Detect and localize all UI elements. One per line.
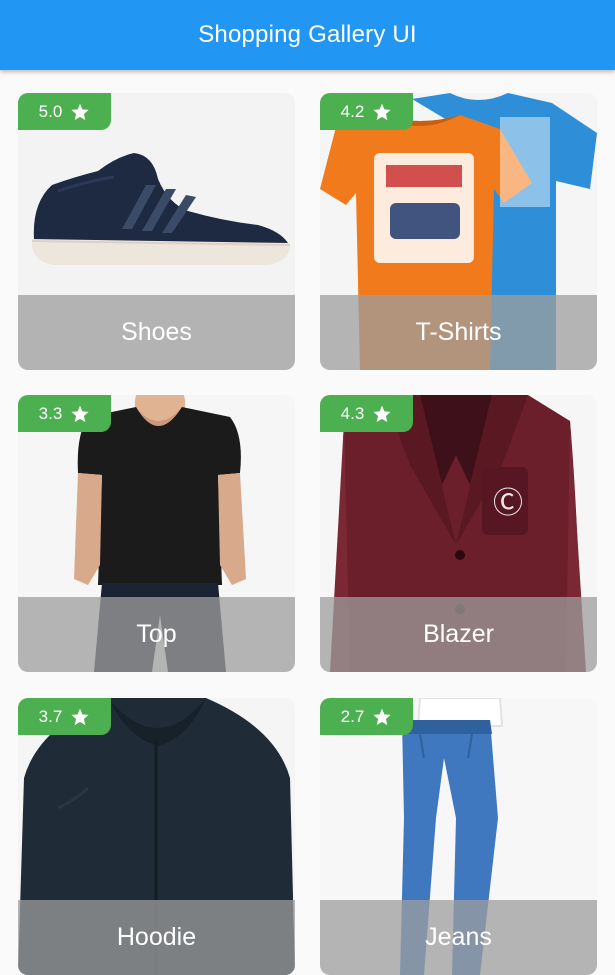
rating-badge: 5.0 bbox=[18, 93, 111, 130]
app-bar: Shopping Gallery UI bbox=[0, 0, 615, 70]
product-card-top[interactable]: 3.3 Top bbox=[18, 395, 295, 672]
star-icon bbox=[71, 405, 89, 422]
product-label: Shoes bbox=[121, 318, 192, 346]
rating-value: 4.2 bbox=[340, 101, 365, 121]
product-caption: Shoes bbox=[18, 295, 295, 370]
product-label: Jeans bbox=[425, 923, 492, 951]
product-caption: T-Shirts bbox=[320, 295, 597, 370]
rating-badge: 4.3 bbox=[320, 395, 413, 432]
rating-value: 2.7 bbox=[340, 706, 365, 726]
rating-badge: 4.2 bbox=[320, 93, 413, 130]
star-icon bbox=[373, 708, 391, 725]
product-caption: Jeans bbox=[320, 900, 597, 975]
product-card-jeans[interactable]: 2.7 Jeans bbox=[320, 698, 597, 975]
rating-badge: 3.7 bbox=[18, 698, 111, 735]
star-icon bbox=[71, 103, 89, 120]
rating-badge: 3.3 bbox=[18, 395, 111, 432]
product-label: Hoodie bbox=[116, 923, 197, 951]
app-title: Shopping Gallery UI bbox=[198, 21, 417, 48]
star-icon bbox=[373, 103, 391, 120]
product-card-blazer[interactable]: Ⓒ 4.3 Blazer bbox=[320, 395, 597, 672]
rating-value: 3.7 bbox=[38, 706, 63, 726]
rating-value: 4.3 bbox=[340, 403, 365, 423]
product-card-shoes[interactable]: 5.0 Shoes bbox=[18, 93, 295, 370]
star-icon bbox=[71, 708, 89, 725]
product-caption: Hoodie bbox=[18, 900, 295, 975]
product-label: Top bbox=[136, 620, 177, 648]
product-card-hoodie[interactable]: 3.7 Hoodie bbox=[18, 698, 295, 975]
rating-value: 3.3 bbox=[38, 403, 63, 423]
rating-badge: 2.7 bbox=[320, 698, 413, 735]
product-label: T-Shirts bbox=[415, 318, 502, 346]
product-label: Blazer bbox=[423, 620, 494, 648]
product-card-t-shirts[interactable]: 4.2 T-Shirts bbox=[320, 93, 597, 370]
rating-value: 5.0 bbox=[38, 101, 63, 121]
product-caption: Blazer bbox=[320, 597, 597, 672]
star-icon bbox=[373, 405, 391, 422]
svg-text:Ⓒ: Ⓒ bbox=[493, 486, 523, 521]
product-caption: Top bbox=[18, 597, 295, 672]
